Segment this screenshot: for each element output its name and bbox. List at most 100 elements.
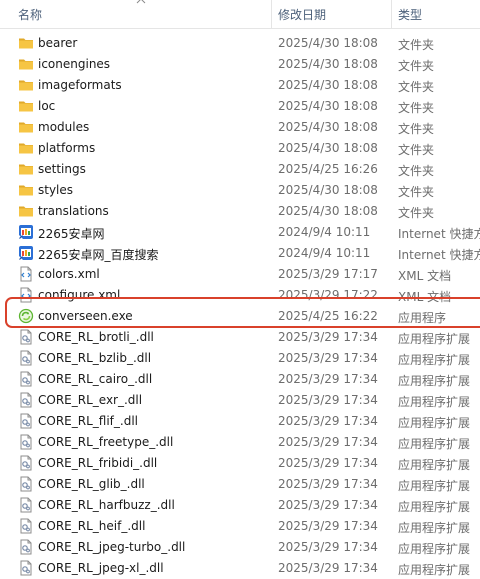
file-name: CORE_RL_bzlib_.dll (38, 351, 152, 365)
file-type: Internet 快捷方式 (398, 248, 480, 262)
file-row[interactable]: CORE_RL_bzlib_.dll 2025/3/29 17:34 应用程序扩展 (0, 348, 480, 369)
internet-shortcut-icon (18, 245, 34, 261)
file-name: translations (38, 204, 109, 218)
column-divider[interactable] (271, 0, 272, 28)
file-name: bearer (38, 36, 78, 50)
file-row[interactable]: converseen.exe 2025/4/25 16:22 应用程序 (0, 306, 480, 327)
file-type: 应用程序扩展 (398, 521, 471, 535)
file-row[interactable]: CORE_RL_exr_.dll 2025/3/29 17:34 应用程序扩展 (0, 390, 480, 411)
file-row[interactable]: CORE_RL_jpeg-xl_.dll 2025/3/29 17:34 应用程序扩… (0, 558, 480, 579)
file-row[interactable]: 2265安卓网 2024/9/4 10:11 Internet 快捷方式 (0, 222, 480, 243)
file-row[interactable]: configure.xml 2025/3/29 17:22 XML 文档 (0, 285, 480, 306)
file-row[interactable]: colors.xml 2025/3/29 17:17 XML 文档 (0, 264, 480, 285)
file-row[interactable]: settings 2025/4/25 16:26 文件夹 (0, 159, 480, 180)
dll-icon (18, 560, 34, 576)
file-name: loc (38, 99, 56, 113)
file-type: 文件夹 (398, 59, 435, 73)
file-name: CORE_RL_freetype_.dll (38, 435, 174, 449)
file-row[interactable]: CORE_RL_jpeg-turbo_.dll 2025/3/29 17:34 应用… (0, 537, 480, 558)
file-list: bearer 2025/4/30 18:08 文件夹 iconengines 2025/… (0, 33, 480, 579)
file-row[interactable]: CORE_RL_heif_.dll 2025/3/29 17:34 应用程序扩展 (0, 516, 480, 537)
file-row[interactable]: platforms 2025/4/30 18:08 文件夹 (0, 138, 480, 159)
file-row[interactable]: CORE_RL_harfbuzz_.dll 2025/3/29 17:34 应用程序… (0, 495, 480, 516)
file-row[interactable]: styles 2025/4/30 18:08 文件夹 (0, 180, 480, 201)
file-type: 应用程序扩展 (398, 395, 471, 409)
column-divider[interactable] (391, 0, 392, 28)
file-type: 应用程序扩展 (398, 542, 471, 556)
column-header-date[interactable]: 修改日期 (278, 6, 326, 23)
file-row[interactable]: CORE_RL_flif_.dll 2025/3/29 17:34 应用程序扩展 (0, 411, 480, 432)
file-type: 应用程序扩展 (398, 353, 471, 367)
file-date: 2025/3/29 17:34 (278, 435, 378, 449)
file-type: 应用程序扩展 (398, 479, 471, 493)
file-name: CORE_RL_jpeg-xl_.dll (38, 561, 164, 575)
file-row[interactable]: imageformats 2025/4/30 18:08 文件夹 (0, 75, 480, 96)
file-row[interactable]: CORE_RL_fribidi_.dll 2025/3/29 17:34 应用程序扩… (0, 453, 480, 474)
sort-ascending-icon (136, 0, 146, 4)
column-header-type[interactable]: 类型 (398, 6, 422, 23)
file-type: 应用程序扩展 (398, 437, 471, 451)
file-date: 2025/4/30 18:08 (278, 78, 378, 92)
file-row[interactable]: iconengines 2025/4/30 18:08 文件夹 (0, 54, 480, 75)
internet-shortcut-icon (18, 224, 34, 240)
file-name: CORE_RL_heif_.dll (38, 519, 146, 533)
dll-icon (18, 392, 34, 408)
file-type: 文件夹 (398, 206, 435, 220)
dll-icon (18, 413, 34, 429)
folder-icon (18, 35, 34, 51)
folder-icon (18, 56, 34, 72)
file-date: 2025/4/25 16:22 (278, 309, 378, 323)
dll-icon (18, 350, 34, 366)
file-date: 2025/4/30 18:08 (278, 141, 378, 155)
file-type: 文件夹 (398, 143, 435, 157)
file-row[interactable]: loc 2025/4/30 18:08 文件夹 (0, 96, 480, 117)
file-date: 2025/4/25 16:26 (278, 162, 378, 176)
file-date: 2025/3/29 17:34 (278, 351, 378, 365)
file-type: 应用程序 (398, 311, 447, 325)
file-row[interactable]: CORE_RL_brotli_.dll 2025/3/29 17:34 应用程序扩展 (0, 327, 480, 348)
file-name: CORE_RL_cairo_.dll (38, 372, 153, 386)
file-date: 2025/3/29 17:34 (278, 498, 378, 512)
file-date: 2025/3/29 17:34 (278, 330, 378, 344)
column-header-name[interactable]: 名称 (18, 6, 42, 23)
file-date: 2025/4/30 18:08 (278, 183, 378, 197)
file-name: colors.xml (38, 267, 100, 281)
file-name: CORE_RL_brotli_.dll (38, 330, 154, 344)
file-type: 应用程序扩展 (398, 458, 471, 472)
exe-icon (18, 308, 34, 324)
file-type: 应用程序扩展 (398, 374, 471, 388)
dll-icon (18, 329, 34, 345)
xml-file-icon (18, 287, 34, 303)
file-date: 2025/3/29 17:17 (278, 267, 378, 281)
folder-icon (18, 119, 34, 135)
file-row[interactable]: translations 2025/4/30 18:08 文件夹 (0, 201, 480, 222)
folder-icon (18, 140, 34, 156)
dll-icon (18, 539, 34, 555)
file-row[interactable]: CORE_RL_cairo_.dll 2025/3/29 17:34 应用程序扩展 (0, 369, 480, 390)
file-type: 应用程序扩展 (398, 500, 471, 514)
file-name: iconengines (38, 57, 111, 71)
file-name: CORE_RL_jpeg-turbo_.dll (38, 540, 186, 554)
file-type: 文件夹 (398, 101, 435, 115)
file-date: 2025/3/29 17:22 (278, 288, 378, 302)
file-date: 2025/4/30 18:08 (278, 120, 378, 134)
file-row[interactable]: bearer 2025/4/30 18:08 文件夹 (0, 33, 480, 54)
file-row[interactable]: CORE_RL_glib_.dll 2025/3/29 17:34 应用程序扩展 (0, 474, 480, 495)
file-row[interactable]: modules 2025/4/30 18:08 文件夹 (0, 117, 480, 138)
dll-icon (18, 455, 34, 471)
file-name: imageformats (38, 78, 122, 92)
dll-icon (18, 476, 34, 492)
folder-icon (18, 182, 34, 198)
folder-icon (18, 98, 34, 114)
file-type: Internet 快捷方式 (398, 227, 480, 241)
file-name: modules (38, 120, 90, 134)
file-row[interactable]: 2265安卓网_百度搜索 2024/9/4 10:11 Internet 快捷方式 (0, 243, 480, 264)
file-type: XML 文档 (398, 290, 452, 304)
file-type: 应用程序扩展 (398, 332, 471, 346)
file-name: converseen.exe (38, 309, 133, 323)
file-row[interactable]: CORE_RL_freetype_.dll 2025/3/29 17:34 应用程序… (0, 432, 480, 453)
folder-icon (18, 161, 34, 177)
file-date: 2025/3/29 17:34 (278, 519, 378, 533)
file-name: CORE_RL_glib_.dll (38, 477, 145, 491)
folder-icon (18, 77, 34, 93)
